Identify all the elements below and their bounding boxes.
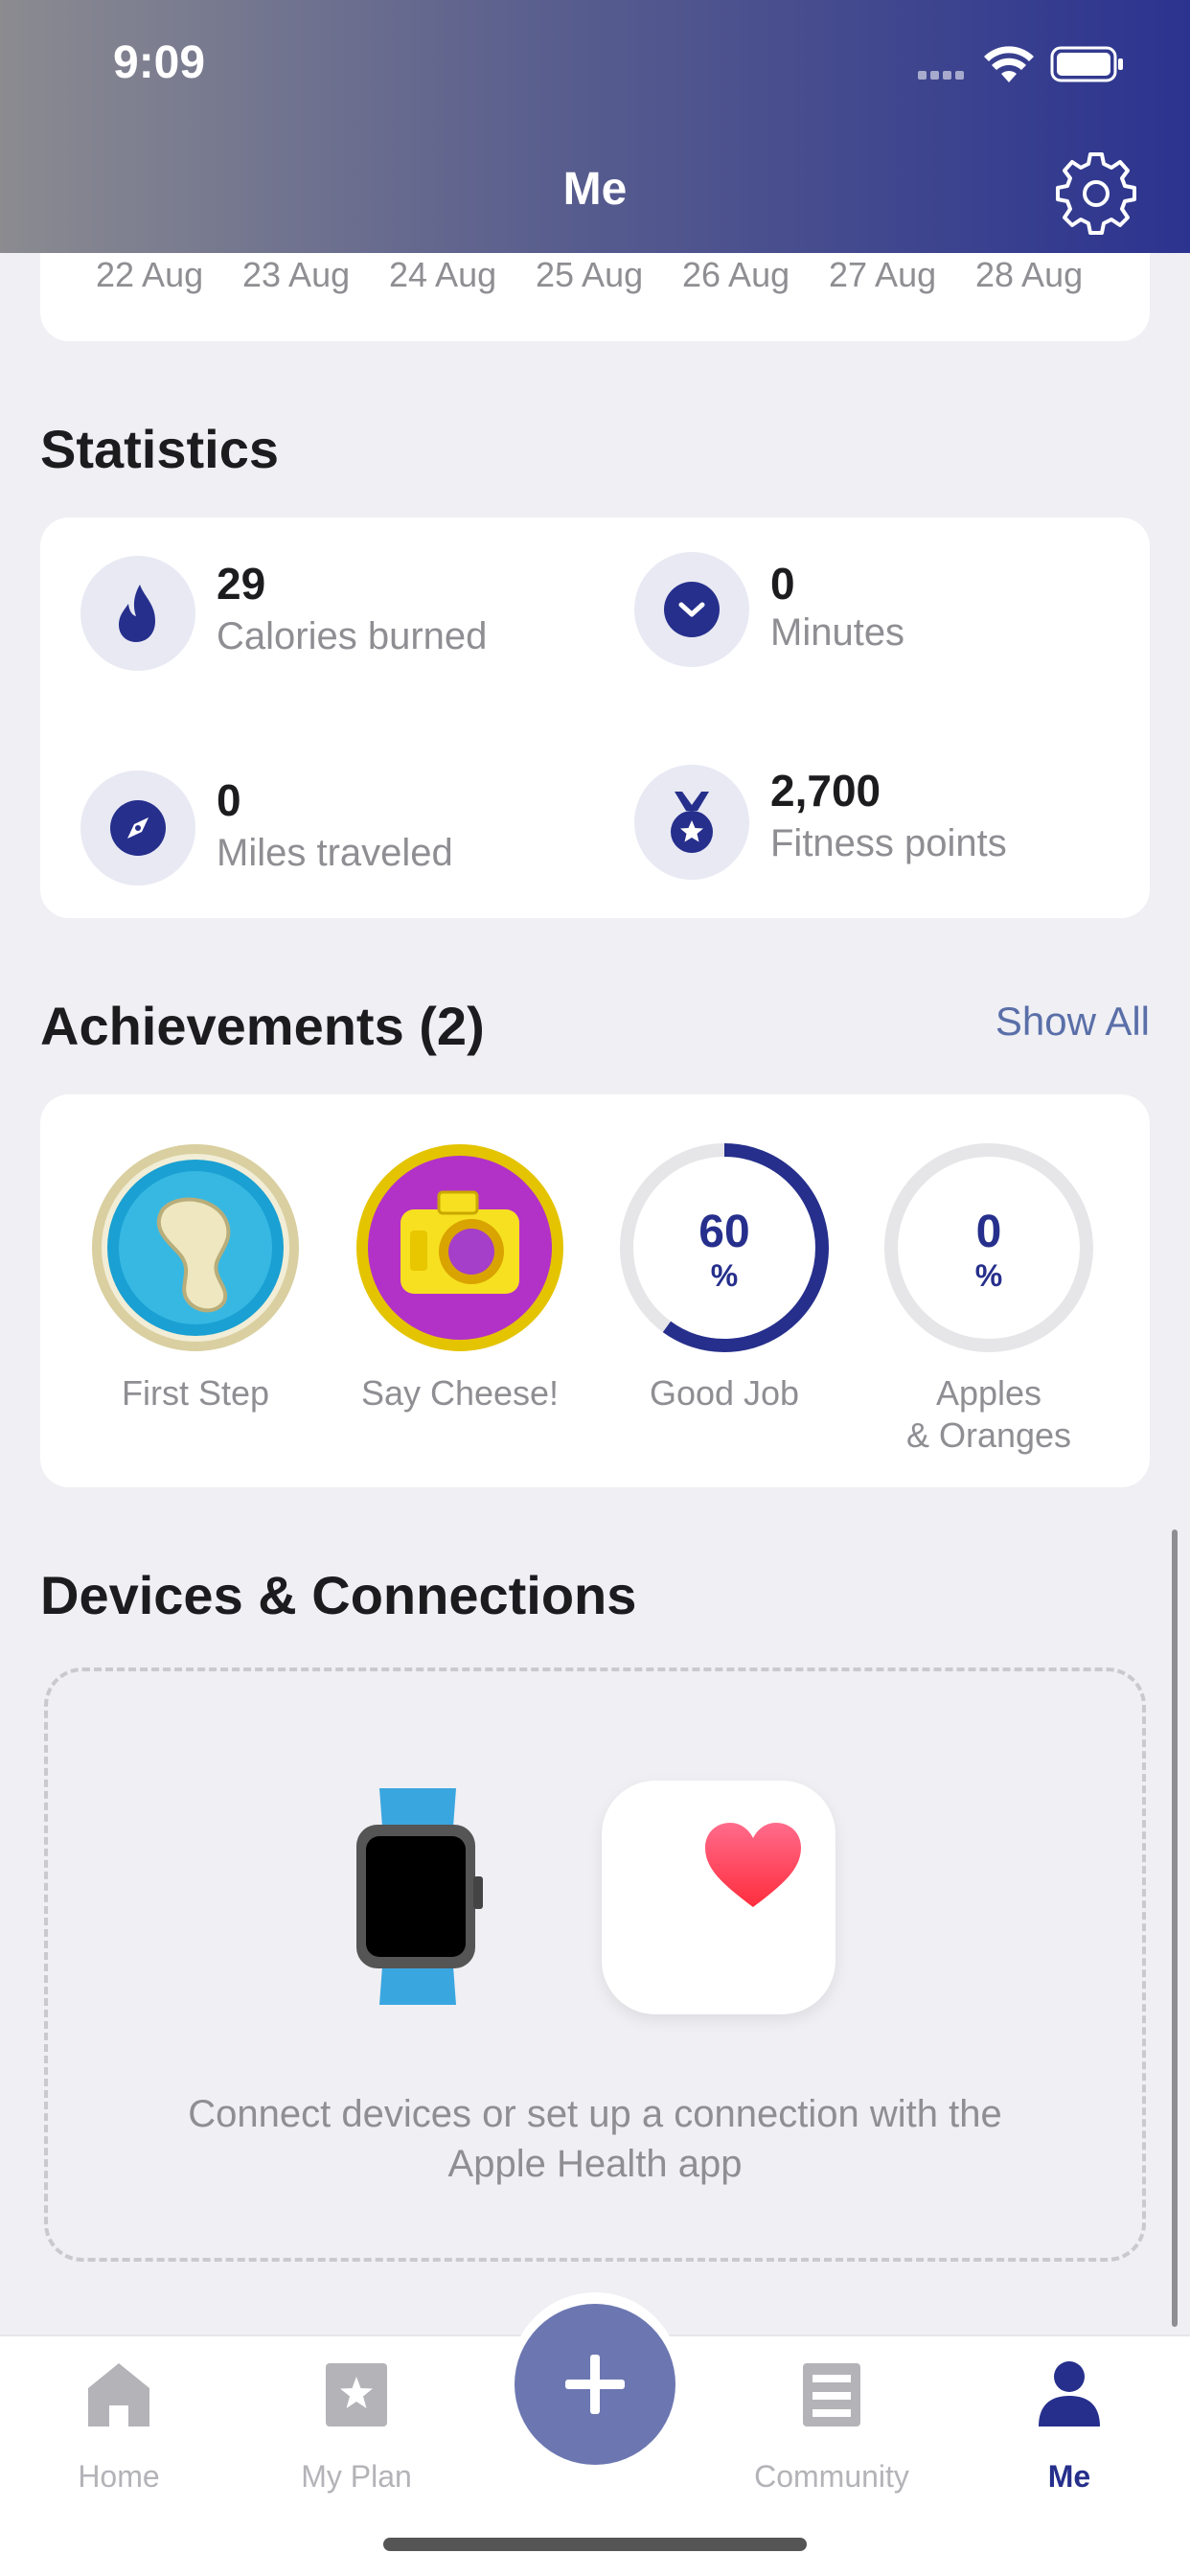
date-label: 27 Aug <box>829 255 937 294</box>
devices-title: Devices & Connections <box>40 1565 637 1625</box>
minutes-value: 0 <box>770 559 795 609</box>
tab-my-plan[interactable]: My Plan <box>241 2356 471 2494</box>
progress-unit: % <box>974 1258 1003 1293</box>
tab-me[interactable]: Me <box>954 2356 1184 2494</box>
achievement-label: Apples & Oranges <box>857 1372 1121 1457</box>
settings-gear-icon[interactable] <box>1054 151 1138 236</box>
heart-icon <box>705 1823 801 1907</box>
person-icon <box>1039 2361 1100 2426</box>
statistics-title: Statistics <box>40 419 279 479</box>
achievements-card: First Step Say Cheese! 60 % Good Job 0 %… <box>40 1094 1150 1487</box>
page-title: Me <box>562 164 628 215</box>
date-label: 28 Aug <box>975 255 1084 294</box>
date-label: 23 Aug <box>242 255 351 294</box>
date-label: 22 Aug <box>96 255 204 294</box>
status-time: 9:09 <box>113 37 206 88</box>
calories-value: 29 <box>217 559 266 609</box>
medal-icon <box>634 765 749 880</box>
tab-label: My Plan <box>301 2459 412 2494</box>
date-axis: 22 Aug 23 Aug 24 Aug 25 Aug 26 Aug 27 Au… <box>96 255 1122 295</box>
wifi-icon <box>984 46 1034 82</box>
devices-description-line: Apple Health app <box>447 2143 743 2185</box>
home-icon <box>88 2363 149 2426</box>
add-button[interactable] <box>515 2304 675 2465</box>
plus-icon <box>565 2355 625 2414</box>
compass-icon <box>80 770 195 886</box>
date-label: 26 Aug <box>682 255 790 294</box>
progress-value: 0 <box>975 1207 1002 1257</box>
clock-icon <box>634 552 749 667</box>
footprint-badge-icon[interactable] <box>90 1142 301 1353</box>
progress-value: 60 <box>698 1207 750 1257</box>
achievement-label-line: & Oranges <box>905 1415 1072 1455</box>
tab-home[interactable]: Home <box>4 2356 234 2494</box>
apple-health-tile[interactable] <box>602 1781 835 2014</box>
star-icon <box>326 2363 387 2426</box>
community-icon <box>803 2363 860 2426</box>
date-label: 24 Aug <box>389 255 497 294</box>
header-bar: 9:09 Me <box>0 0 1190 253</box>
battery-icon <box>1050 46 1123 82</box>
date-label: 25 Aug <box>536 255 644 294</box>
fitness-points-value: 2,700 <box>770 766 881 816</box>
achievement-label: First Step <box>121 1373 270 1413</box>
show-all-achievements-link[interactable]: Show All <box>995 999 1150 1045</box>
tab-label: Home <box>78 2459 160 2494</box>
cellular-signal-icon <box>918 71 964 80</box>
achievement-label: Say Cheese! <box>360 1373 560 1413</box>
statistics-card: 29 Calories burned 0 Minutes 0 Miles tra… <box>40 518 1150 918</box>
tab-label: Me <box>1047 2459 1091 2494</box>
tab-community[interactable]: Community <box>717 2356 947 2494</box>
achievement-label: Good Job <box>649 1373 800 1413</box>
achievement-label-line: Apples <box>935 1373 1042 1413</box>
progress-unit: % <box>710 1258 739 1293</box>
achievements-title: Achievements (2) <box>40 996 485 1056</box>
apple-watch-icon <box>356 1788 483 2005</box>
vertical-scrollbar[interactable] <box>1172 1530 1178 2327</box>
minutes-label: Minutes <box>770 611 905 654</box>
flame-icon <box>80 556 195 671</box>
devices-description-line: Connect devices or set up a connection w… <box>188 2093 1002 2135</box>
camera-badge-icon[interactable] <box>355 1142 565 1353</box>
home-indicator <box>383 2538 807 2551</box>
fitness-points-label: Fitness points <box>770 822 1007 864</box>
calories-label: Calories burned <box>217 615 488 657</box>
miles-label: Miles traveled <box>217 832 453 874</box>
miles-value: 0 <box>217 775 241 825</box>
tab-label: Community <box>754 2459 909 2494</box>
